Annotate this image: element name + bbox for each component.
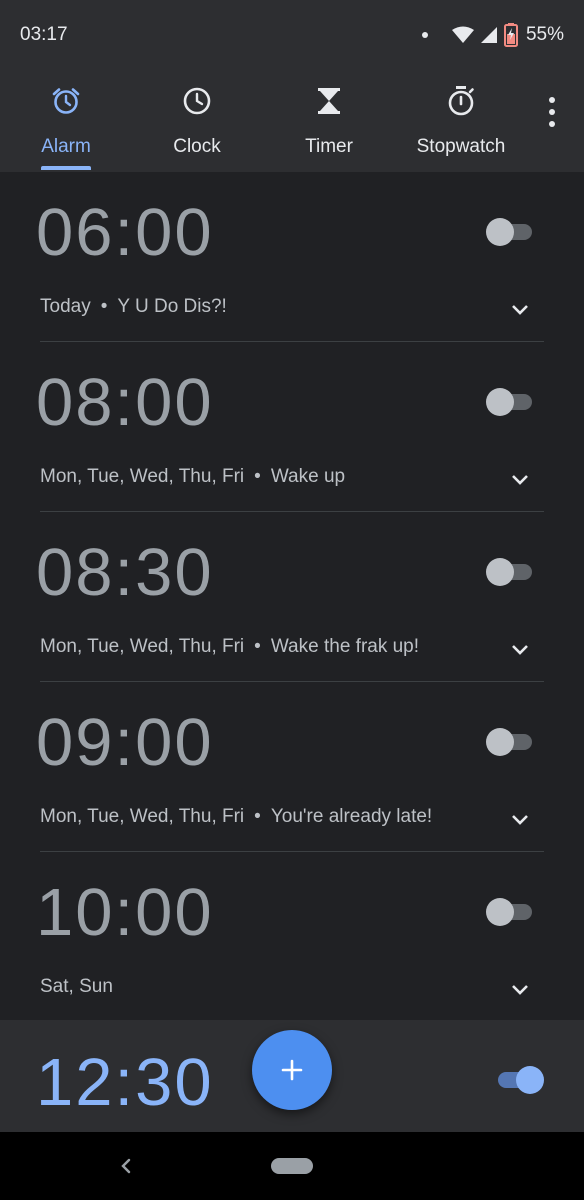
alarm-time[interactable]: 10:00 — [36, 874, 214, 951]
alarm-time[interactable]: 08:30 — [36, 534, 214, 611]
alarm-days: Today — [40, 296, 91, 317]
alarm-toggle[interactable] — [486, 898, 534, 926]
wifi-icon — [451, 26, 474, 43]
alarm-list: 06:00 Today • Y U Do Dis?! 08:00 Mon, Tue,… — [0, 172, 584, 1022]
alarm-summary: Mon, Tue, Wed, Thu, Fri • Wake the frak up… — [40, 636, 419, 658]
alarm-label: Wake the frak up! — [270, 636, 420, 657]
alarm-item[interactable]: 08:30 Mon, Tue, Wed, Thu, Fri • Wake the f… — [0, 512, 584, 682]
tab-alarm[interactable]: Alarm — [0, 78, 136, 172]
alarm-summary: Mon, Tue, Wed, Thu, Fri • Wake up — [40, 466, 345, 488]
tab-timer[interactable]: Timer — [259, 78, 399, 172]
status-time: 03:17 — [20, 24, 68, 45]
chevron-down-icon[interactable] — [508, 468, 532, 492]
add-alarm-button[interactable] — [252, 1030, 332, 1110]
cell-signal-icon — [480, 27, 497, 43]
alarm-toggle[interactable] — [486, 728, 534, 756]
alarm-item[interactable]: 09:00 Mon, Tue, Wed, Thu, Fri • You're alr… — [0, 682, 584, 852]
tab-bar: Alarm Clock Timer Stopwatch — [0, 78, 584, 172]
tab-stopwatch[interactable]: Stopwatch — [391, 78, 531, 172]
alarm-toggle[interactable] — [486, 558, 534, 586]
alarm-days: Mon, Tue, Wed, Thu, Fri — [40, 466, 245, 487]
alarm-time[interactable]: 06:00 — [36, 194, 214, 271]
back-icon[interactable] — [116, 1154, 136, 1178]
alarm-days: Sat, Sun — [40, 976, 113, 997]
alarm-item[interactable]: 06:00 Today • Y U Do Dis?! — [0, 172, 584, 342]
alarm-item[interactable]: 10:00 Sat, Sun — [0, 852, 584, 1022]
tab-clock[interactable]: Clock — [127, 78, 267, 172]
tab-label: Stopwatch — [416, 136, 506, 157]
status-icons: 55% — [421, 22, 564, 48]
alarm-days: Mon, Tue, Wed, Thu, Fri — [40, 806, 245, 827]
plus-icon — [281, 1059, 303, 1081]
notification-dot-icon — [421, 32, 428, 38]
clock-icon — [182, 84, 212, 118]
status-bar: 03:17 55% — [0, 0, 584, 70]
chevron-down-icon[interactable] — [508, 298, 532, 322]
separator: • — [254, 636, 261, 657]
alarm-toggle[interactable] — [498, 1066, 546, 1094]
alarm-summary: Sat, Sun — [40, 976, 113, 998]
stopwatch-icon — [446, 84, 476, 118]
home-pill[interactable] — [271, 1158, 313, 1174]
tab-label: Alarm — [41, 136, 91, 157]
alarm-toggle[interactable] — [486, 388, 534, 416]
more-options-icon[interactable] — [540, 97, 564, 127]
separator: • — [254, 466, 261, 487]
alarm-summary: Today • Y U Do Dis?! — [40, 296, 227, 318]
alarm-icon — [51, 84, 81, 118]
alarm-label: Wake up — [270, 466, 346, 487]
tab-label: Clock — [173, 136, 221, 157]
alarm-time[interactable]: 12:30 — [36, 1044, 214, 1121]
battery-percentage: 55% — [525, 24, 564, 45]
chevron-down-icon[interactable] — [508, 808, 532, 832]
alarm-toggle[interactable] — [486, 218, 534, 246]
separator: • — [100, 296, 108, 317]
alarm-label: Y U Do Dis?! — [117, 296, 227, 317]
chevron-down-icon[interactable] — [508, 638, 532, 662]
chevron-down-icon[interactable] — [508, 978, 532, 1002]
alarm-days: Mon, Tue, Wed, Thu, Fri — [40, 636, 245, 657]
hourglass-icon — [316, 84, 342, 118]
alarm-label: You're already late! — [270, 806, 433, 827]
battery-icon — [503, 23, 518, 47]
alarm-time[interactable]: 09:00 — [36, 704, 214, 781]
tab-label: Timer — [305, 136, 353, 157]
active-tab-indicator — [41, 166, 91, 170]
alarm-item[interactable]: 08:00 Mon, Tue, Wed, Thu, Fri • Wake up — [0, 342, 584, 512]
system-navigation-bar — [0, 1132, 584, 1200]
alarm-summary: Mon, Tue, Wed, Thu, Fri • You're already l… — [40, 806, 432, 828]
separator: • — [254, 806, 261, 827]
alarm-time[interactable]: 08:00 — [36, 364, 214, 441]
